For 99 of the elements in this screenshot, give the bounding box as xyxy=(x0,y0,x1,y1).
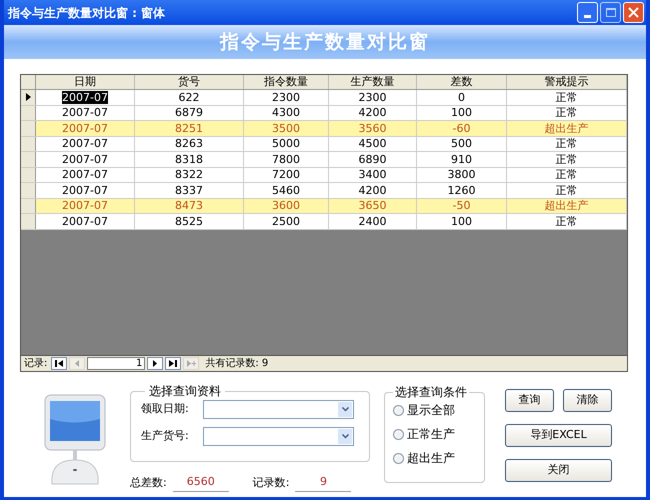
minimize-button[interactable] xyxy=(577,2,598,23)
maximize-button[interactable] xyxy=(600,2,621,23)
table-cell: 0 xyxy=(458,90,465,104)
group-title: 选择查询条件 xyxy=(394,384,468,401)
total-value: 9 xyxy=(295,474,352,492)
column-header[interactable]: 指令数量 xyxy=(244,75,329,89)
table-cell: 2007-07 xyxy=(62,122,108,135)
radio-option[interactable]: 超出生产 xyxy=(393,449,476,467)
table-cell: 8473 xyxy=(175,199,203,212)
close-button[interactable] xyxy=(623,2,644,23)
row-selector[interactable] xyxy=(21,90,36,104)
radio-button[interactable] xyxy=(393,428,404,440)
table-cell: 5460 xyxy=(272,184,300,197)
field-label: 生产货号: xyxy=(141,428,190,444)
action-button[interactable]: 清除 xyxy=(563,389,612,412)
table-cell: 2007-07 xyxy=(62,90,108,104)
table-cell: 5000 xyxy=(272,137,300,150)
table-cell: 2500 xyxy=(272,214,300,228)
radio-option[interactable]: 显示全部 xyxy=(393,401,476,419)
total-label: 记录数: xyxy=(252,474,290,490)
column-header[interactable]: 生产数量 xyxy=(329,75,417,89)
table-cell: 4200 xyxy=(358,106,386,120)
table-cell: 8251 xyxy=(175,122,203,135)
table-cell: 4500 xyxy=(358,137,386,150)
record-number-field[interactable]: 1 xyxy=(87,357,146,370)
table-cell: 2300 xyxy=(358,90,386,104)
radio-option[interactable]: 正常生产 xyxy=(393,425,476,443)
first-icon xyxy=(55,360,64,367)
previous-icon xyxy=(75,360,80,367)
table-cell: 3560 xyxy=(358,122,386,135)
table-cell: 4200 xyxy=(358,184,386,197)
table-cell: 7800 xyxy=(272,152,300,166)
dropdown-field[interactable] xyxy=(203,400,354,419)
action-button[interactable]: 导到EXCEL xyxy=(505,424,612,447)
table-cell: 正常 xyxy=(556,137,578,150)
table-cell: 正常 xyxy=(556,214,578,228)
column-header[interactable]: 警戒提示 xyxy=(507,75,627,89)
window-title: 指令与生产数量对比窗 : 窗体 xyxy=(6,4,166,22)
table-cell: 2400 xyxy=(358,214,386,228)
table-cell: 6890 xyxy=(358,152,386,166)
table-cell: 2007-07 xyxy=(62,214,108,228)
table-cell: 8322 xyxy=(175,168,203,182)
table-cell: 910 xyxy=(451,152,472,166)
table-cell: 622 xyxy=(178,90,200,104)
table-cell: 2007-07 xyxy=(62,184,108,197)
table-cell: 100 xyxy=(451,214,472,228)
table-cell: 超出生产 xyxy=(544,199,588,212)
next-icon xyxy=(153,360,158,367)
table-cell: 3650 xyxy=(358,199,386,212)
table-cell: 2300 xyxy=(272,90,300,104)
table-cell: 4300 xyxy=(272,106,300,120)
table-cell: 8263 xyxy=(175,137,203,150)
table-cell: 2007-07 xyxy=(62,106,108,120)
table-cell: 正常 xyxy=(556,184,578,197)
banner-title: 指令与生产数量对比窗 xyxy=(220,30,430,55)
table-cell: 1260 xyxy=(448,184,476,197)
table-cell: 8318 xyxy=(175,152,203,166)
table-cell: -60 xyxy=(452,122,470,135)
table-cell: 8525 xyxy=(175,214,203,228)
table-cell: 2007-07 xyxy=(62,152,108,166)
table-cell: 500 xyxy=(451,137,472,150)
new-record-icon xyxy=(186,360,196,367)
total-label: 总差数: xyxy=(130,474,167,490)
table-cell: 正常 xyxy=(556,152,578,166)
table-cell: 8337 xyxy=(175,184,203,197)
table-cell: 3500 xyxy=(272,122,300,135)
record-total: 共有记录数: 9 xyxy=(205,356,268,371)
dropdown-field[interactable] xyxy=(203,427,354,446)
table-cell: 2007-07 xyxy=(62,168,108,182)
column-header[interactable]: 差数 xyxy=(417,75,507,89)
total-value: 6560 xyxy=(172,474,229,492)
current-row-icon xyxy=(26,93,30,102)
column-header[interactable]: 货号 xyxy=(135,75,244,89)
column-header[interactable]: 日期 xyxy=(36,75,135,89)
table-cell: -50 xyxy=(452,199,470,212)
table-cell: 7200 xyxy=(272,168,300,182)
radio-button[interactable] xyxy=(393,452,404,464)
next-record-button[interactable] xyxy=(147,357,164,370)
navigator-label: 记录: xyxy=(24,357,48,371)
radio-button[interactable] xyxy=(393,404,404,416)
first-record-button[interactable] xyxy=(51,357,68,370)
table-cell: 6879 xyxy=(175,106,203,120)
last-record-button[interactable] xyxy=(165,357,182,370)
table-cell: 3400 xyxy=(358,168,386,182)
table-cell: 超出生产 xyxy=(544,122,588,135)
table-cell: 100 xyxy=(451,106,472,120)
action-button[interactable]: 关闭 xyxy=(505,459,612,482)
group-title: 选择查询资料 xyxy=(148,383,222,400)
table-cell: 3600 xyxy=(272,199,300,212)
table-cell: 正常 xyxy=(556,106,578,120)
table-cell: 2007-07 xyxy=(62,199,108,212)
close-icon xyxy=(628,7,639,18)
action-button[interactable]: 查询 xyxy=(505,389,554,412)
table-cell: 正常 xyxy=(556,90,578,104)
table-cell: 正常 xyxy=(556,168,578,182)
table-cell: 2007-07 xyxy=(62,137,108,150)
field-label: 领取日期: xyxy=(141,401,190,418)
last-icon xyxy=(169,360,178,367)
table-cell: 3800 xyxy=(448,168,476,182)
